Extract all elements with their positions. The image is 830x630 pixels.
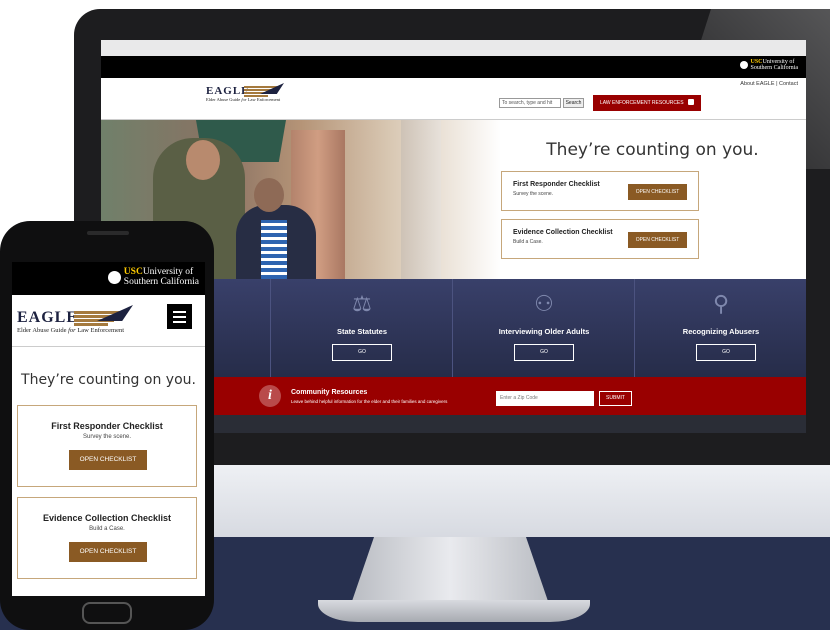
- zip-code-input[interactable]: Enter a Zip Code: [496, 391, 594, 406]
- first-responder-card: First Responder Checklist Survey the sce…: [17, 405, 197, 487]
- community-title: Community Resources: [291, 389, 368, 396]
- nav-label: Interviewing Older Adults: [498, 327, 590, 336]
- hamburger-menu-button[interactable]: [167, 304, 192, 329]
- first-responder-card: First Responder Checklist Survey the sce…: [501, 171, 699, 211]
- go-button[interactable]: GO: [514, 344, 574, 361]
- usc-seal-icon: [739, 61, 748, 70]
- nav-label: Recognizing Abusers: [682, 327, 760, 336]
- eagle-logo[interactable]: EAGLE Elder Abuse Guide for Law Enforcem…: [206, 83, 284, 102]
- magnifier-icon: ⚲: [712, 291, 730, 316]
- gavel-icon: ⚖: [352, 291, 372, 316]
- contact-link[interactable]: Contact: [779, 81, 798, 87]
- usc-abbr: USC: [123, 267, 143, 277]
- nav-state-statutes: ⚖ State Statutes GO: [270, 279, 452, 377]
- shield-icon: [688, 99, 694, 105]
- card-subtitle: Build a Case.: [513, 239, 543, 245]
- usc-seal-icon: [107, 271, 121, 285]
- eagle-logo[interactable]: EAGLE Elder Abuse Guide for Law Enforcem…: [17, 305, 133, 334]
- nav-recognizing-abusers: ⚲ Recognizing Abusers GO: [634, 279, 806, 377]
- utility-links: About EAGLE | Contact: [740, 81, 798, 87]
- evidence-collection-card: Evidence Collection Checklist Build a Ca…: [501, 219, 699, 259]
- usc-name-line2: Southern California: [750, 65, 799, 72]
- nav-label: State Statutes: [336, 327, 387, 336]
- phone-home-button: [82, 602, 132, 624]
- hero-photo-officer-head: [186, 140, 220, 180]
- phone-speaker: [87, 231, 129, 235]
- open-checklist-button[interactable]: OPEN CHECKLIST: [628, 184, 687, 200]
- browser-top-bar: [101, 40, 806, 56]
- card-title: Evidence Collection Checklist: [42, 513, 172, 523]
- go-button[interactable]: GO: [696, 344, 756, 361]
- submit-button[interactable]: SUBMIT: [599, 391, 632, 406]
- mobile-hero-title: They’re counting on you.: [21, 372, 196, 388]
- monitor-stand: [350, 537, 550, 607]
- open-checklist-button[interactable]: OPEN CHECKLIST: [69, 450, 147, 470]
- card-title: First Responder Checklist: [513, 181, 600, 188]
- card-subtitle: Survey the scene.: [82, 434, 132, 440]
- usc-bar: USCUniversity of Southern California: [101, 56, 806, 78]
- hero-photo-column: [401, 120, 441, 279]
- open-checklist-button[interactable]: OPEN CHECKLIST: [69, 542, 147, 562]
- link-separator: |: [776, 81, 778, 87]
- info-icon: i: [259, 385, 281, 407]
- mobile-screen: USCUniversity of Southern California EAG…: [12, 262, 205, 596]
- interview-icon: ⚇: [534, 291, 554, 316]
- about-link[interactable]: About EAGLE: [740, 81, 774, 87]
- go-button[interactable]: GO: [332, 344, 392, 361]
- mobile-usc-bar: USCUniversity of Southern California: [12, 262, 205, 295]
- hero-photo-elder-head: [254, 178, 284, 212]
- usc-name-line1: University of: [142, 267, 194, 277]
- eagle-tagline: Elder Abuse Guide for Law Enforcement: [206, 97, 281, 102]
- community-subtitle: Leave behind helpful information for the…: [291, 399, 448, 404]
- mobile-header: EAGLE Elder Abuse Guide for Law Enforcem…: [12, 295, 205, 347]
- search-button[interactable]: Search: [563, 98, 584, 108]
- usc-name-line2: Southern California: [123, 276, 199, 287]
- card-title: Evidence Collection Checklist: [513, 229, 613, 236]
- eagle-tagline: Elder Abuse Guide for Law Enforcement: [17, 327, 125, 334]
- open-checklist-button[interactable]: OPEN CHECKLIST: [628, 232, 687, 248]
- card-subtitle: Survey the scene.: [513, 191, 554, 197]
- mobile-phone: USCUniversity of Southern California EAG…: [0, 221, 214, 630]
- hero-photo-striped-shirt: [261, 220, 287, 279]
- hero-title: They’re counting on you.: [546, 140, 759, 160]
- search-input[interactable]: To search, type and hit: [499, 98, 561, 108]
- evidence-collection-card: Evidence Collection Checklist Build a Ca…: [17, 497, 197, 579]
- card-subtitle: Build a Case.: [89, 526, 125, 532]
- nav-interviewing-older-adults: ⚇ Interviewing Older Adults GO: [452, 279, 634, 377]
- usc-logo[interactable]: USCUniversity of Southern California: [739, 59, 799, 72]
- mockup-stage: USCUniversity of Southern California EAG…: [0, 0, 830, 630]
- card-title: First Responder Checklist: [51, 421, 163, 431]
- usc-logo[interactable]: USCUniversity of Southern California: [107, 267, 199, 288]
- law-enforcement-resources-button[interactable]: LAW ENFORCEMENT RESOURCES: [593, 95, 701, 111]
- monitor-stand-base: [318, 600, 590, 622]
